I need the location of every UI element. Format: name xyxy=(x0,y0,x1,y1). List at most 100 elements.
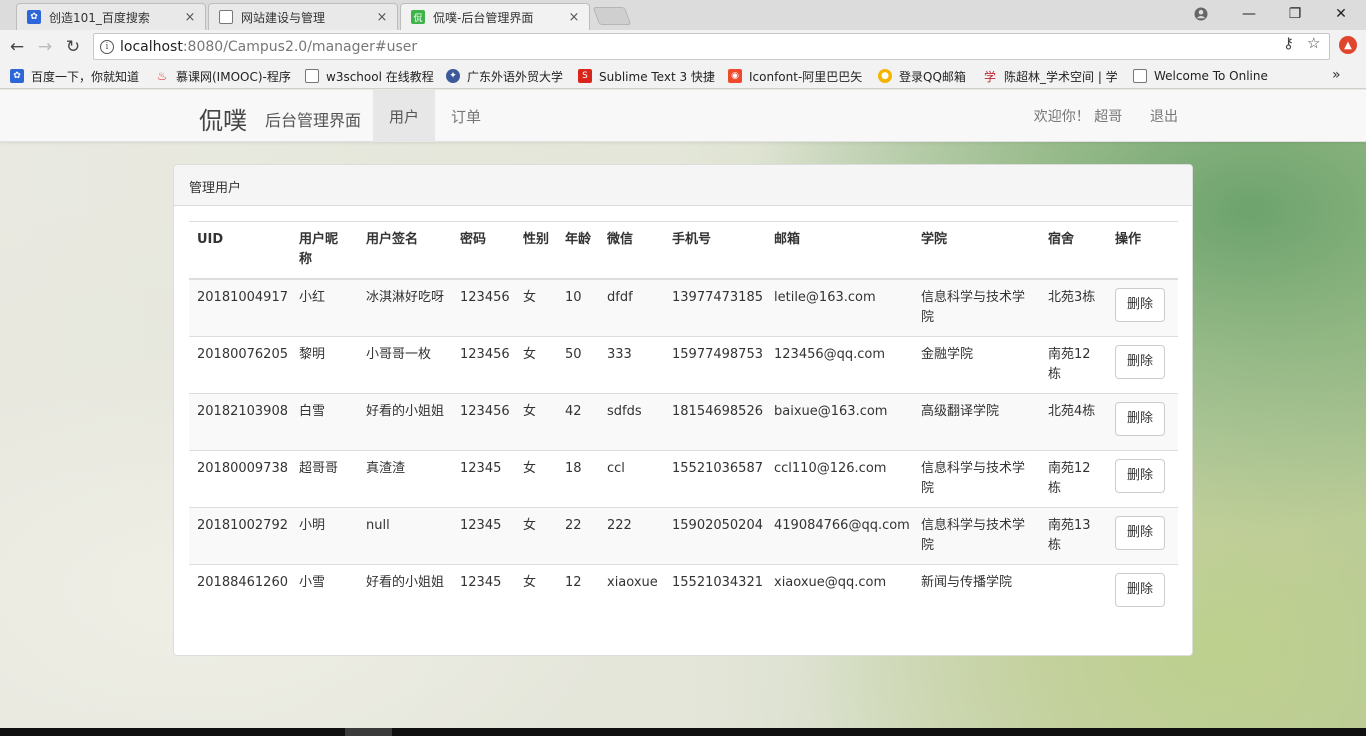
cell-gender: 女 xyxy=(515,450,557,508)
cell-nickname: 小明 xyxy=(291,507,358,565)
browser-tab[interactable]: 网站建设与管理 × xyxy=(208,3,398,30)
page-icon xyxy=(305,69,319,83)
bookmark-item[interactable]: ✿ 百度一下，你就知道 xyxy=(10,68,145,84)
users-table: UID 用户昵称 用户签名 密码 性别 年龄 微信 手机号 邮箱 学院 宿舍 操… xyxy=(189,221,1178,622)
cell-dorm: 北苑3栋 xyxy=(1040,278,1107,337)
bookmarks-bar: ✿ 百度一下，你就知道 ♨ 慕课网(IMOOC)-程序 w3school 在线教… xyxy=(0,63,1366,89)
close-icon[interactable]: × xyxy=(375,10,389,25)
bookmark-item[interactable]: w3school 在线教程 xyxy=(305,68,437,84)
cell-wechat: ccl xyxy=(599,450,664,508)
taskbar-active-app[interactable] xyxy=(345,728,392,736)
reload-icon[interactable]: ↻ xyxy=(62,36,84,58)
browser-tab[interactable]: ✿ 创造101_百度搜索 × xyxy=(16,3,206,30)
bookmark-label: 陈超林_学术空间 | 学 xyxy=(1004,69,1118,84)
cell-password: 12345 xyxy=(452,564,515,622)
cell-nickname: 白雪 xyxy=(291,393,358,451)
cell-action: 删除 xyxy=(1107,450,1178,508)
profile-icon[interactable] xyxy=(1178,3,1224,25)
bookmark-item[interactable]: ● 登录QQ邮箱 xyxy=(878,68,974,84)
bookmark-label: 百度一下，你就知道 xyxy=(31,69,140,84)
cell-wechat: 333 xyxy=(599,336,664,394)
forward-icon[interactable]: → xyxy=(34,36,56,58)
bookmark-item[interactable]: Welcome To Online xyxy=(1133,68,1273,84)
delete-button[interactable]: 删除 xyxy=(1115,288,1166,322)
cell-wechat: 222 xyxy=(599,507,664,565)
cell-uid: 20188461260 xyxy=(189,564,291,622)
imooc-flame-icon: ♨ xyxy=(156,69,168,83)
bookmark-item[interactable]: ◉ Iconfont-阿里巴巴矢 xyxy=(728,68,865,84)
cell-action: 删除 xyxy=(1107,336,1178,394)
cell-age: 50 xyxy=(557,336,599,394)
cell-dorm: 南苑12栋 xyxy=(1040,336,1107,394)
manage-users-panel: 管理用户 UID 用户昵称 用户签名 密码 性别 年龄 微信 手机号 邮箱 学院… xyxy=(173,164,1193,656)
info-icon[interactable]: i xyxy=(100,39,114,54)
bookmark-label: Welcome To Online xyxy=(1154,69,1268,83)
welcome-user-link[interactable]: 欢迎你！ 超哥 xyxy=(1030,90,1126,142)
delete-button[interactable]: 删除 xyxy=(1115,573,1166,607)
brand-subtitle: 后台管理界面 xyxy=(265,111,362,130)
cell-nickname: 黎明 xyxy=(291,336,358,394)
cell-age: 22 xyxy=(557,507,599,565)
os-taskbar xyxy=(0,728,1366,736)
bookmark-label: w3school 在线教程 xyxy=(326,69,434,84)
baidu-paw-icon: ✿ xyxy=(27,10,41,24)
qq-mail-icon: ● xyxy=(878,69,892,83)
minimize-button[interactable]: — xyxy=(1226,3,1272,25)
cell-phone: 15977498753 xyxy=(664,336,766,394)
delete-button[interactable]: 删除 xyxy=(1115,516,1166,550)
university-seal-icon: ✦ xyxy=(446,69,460,83)
close-icon[interactable]: × xyxy=(183,10,197,25)
logout-link[interactable]: 退出 xyxy=(1142,90,1186,142)
cell-wechat: xiaoxue xyxy=(599,564,664,622)
maximize-button[interactable]: ❐ xyxy=(1272,3,1318,25)
key-icon[interactable]: ⚷ xyxy=(1283,34,1294,52)
cell-action: 删除 xyxy=(1107,278,1178,337)
column-header: 学院 xyxy=(913,221,1040,280)
delete-button[interactable]: 删除 xyxy=(1115,402,1166,436)
cell-college: 信息科学与技术学院 xyxy=(913,450,1040,508)
cell-email: baixue@163.com xyxy=(766,393,913,451)
cell-dorm: 南苑13栋 xyxy=(1040,507,1107,565)
cell-phone: 15521036587 xyxy=(664,450,766,508)
cell-email: 419084766@qq.com xyxy=(766,507,913,565)
nav-tab-users[interactable]: 用户 xyxy=(373,90,435,142)
bookmark-item[interactable]: ♨ 慕课网(IMOOC)-程序 xyxy=(155,68,291,84)
new-tab-button[interactable] xyxy=(592,7,632,25)
back-icon[interactable]: ← xyxy=(6,36,28,58)
brand-logo[interactable]: 侃噗 xyxy=(199,101,247,136)
cell-wechat: sdfds xyxy=(599,393,664,451)
table-row: 20181004917 小红 冰淇淋好吃呀 123456 女 10 dfdf 13977473… xyxy=(189,278,1178,337)
address-bar[interactable]: i localhost:8080/Campus2.0/manager#user xyxy=(93,33,1330,60)
bookmark-label: Iconfont-阿里巴巴矢 xyxy=(749,69,863,84)
browser-tab-active[interactable]: 侃 侃噗-后台管理界面 × xyxy=(400,3,590,30)
nav-tab-orders[interactable]: 订单 xyxy=(437,90,495,142)
cell-nickname: 小红 xyxy=(291,278,358,337)
delete-button[interactable]: 删除 xyxy=(1115,345,1166,379)
extension-icon[interactable]: ▲ xyxy=(1339,36,1357,54)
column-header: 手机号 xyxy=(664,221,766,280)
page-icon xyxy=(1133,69,1147,83)
cell-wechat: dfdf xyxy=(599,278,664,337)
cell-signature: 好看的小姐姐 xyxy=(358,564,452,622)
table-row: 20188461260 小雪 好看的小姐姐 12345 女 12 xiaoxue 155210… xyxy=(189,564,1178,622)
cell-dorm xyxy=(1040,564,1107,622)
column-header: 年龄 xyxy=(557,221,599,280)
bookmark-item[interactable]: ✦ 广东外语外贸大学 xyxy=(446,68,570,84)
cell-college: 新闻与传播学院 xyxy=(913,564,1040,622)
bookmark-item[interactable]: 学 陈超林_学术空间 | 学 xyxy=(983,68,1120,84)
cell-password: 123456 xyxy=(452,336,515,394)
url-host: localhost xyxy=(120,38,183,55)
cell-signature: 真渣渣 xyxy=(358,450,452,508)
close-window-button[interactable]: ✕ xyxy=(1318,3,1364,25)
baidu-paw-icon: ✿ xyxy=(10,69,24,83)
close-icon[interactable]: × xyxy=(567,10,581,25)
cell-age: 12 xyxy=(557,564,599,622)
delete-button[interactable]: 删除 xyxy=(1115,459,1166,493)
cell-college: 信息科学与技术学院 xyxy=(913,278,1040,337)
bookmark-item[interactable]: S Sublime Text 3 快捷 xyxy=(578,68,716,84)
cell-email: xiaoxue@qq.com xyxy=(766,564,913,622)
column-header: 宿舍 xyxy=(1040,221,1107,280)
star-icon[interactable]: ☆ xyxy=(1307,34,1320,52)
page-icon xyxy=(219,10,233,24)
bookmarks-more-icon[interactable]: » xyxy=(1332,67,1341,83)
